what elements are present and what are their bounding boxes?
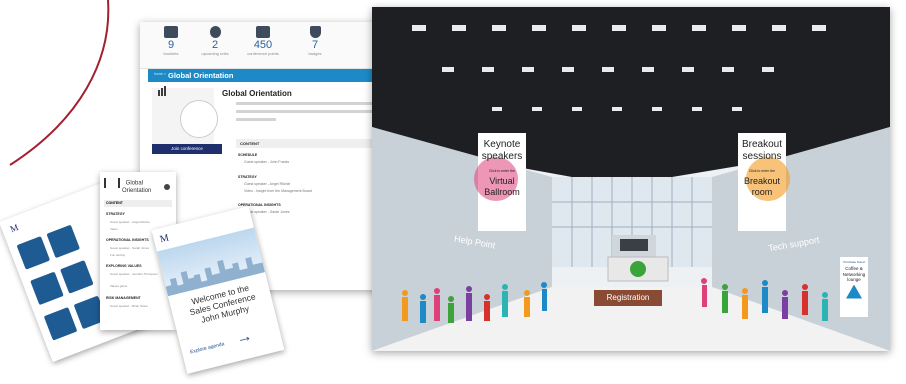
sidebar-content-heading: CONTENT (104, 200, 172, 207)
banner-title: sessions (742, 151, 782, 162)
banner-title: Keynote (483, 139, 521, 150)
stat-upcoming[interactable]: 2 upcoming units (192, 26, 238, 56)
tile-coffee-lounge[interactable]: Coffee lounge (60, 260, 94, 297)
stat-label: upcoming units (201, 51, 229, 56)
sidebar-item[interactable]: Guest speaker - Sarah Jones (110, 246, 149, 250)
sidebar-exploring[interactable]: EXPLORING VALUES (106, 264, 142, 268)
registration-desk[interactable]: Registration (594, 290, 662, 306)
sidebar-item[interactable]: Values game (110, 284, 127, 288)
arrow-right-icon[interactable]: → (234, 327, 254, 348)
gear-icon[interactable] (164, 184, 170, 190)
stat-label: booklets (163, 51, 179, 56)
tile-label: Guest speakers (42, 297, 64, 309)
tile-label: Coffee lounge (73, 286, 92, 298)
sidebar-title-line1: Global (125, 180, 144, 187)
brand-logo: M (8, 221, 20, 235)
banner-target: Breakout (743, 176, 781, 186)
sidebar-operational[interactable]: OPERATIONAL INSIGHTS (106, 238, 149, 242)
sidebar-item[interactable]: Guest speaker - Brian Stone (110, 304, 148, 308)
strategy-item[interactable]: Video - Insight from the Management Boar… (244, 189, 312, 193)
sidebar-item[interactable]: Video (110, 227, 118, 231)
course-thumbnail (152, 86, 218, 150)
lounge-brand: Purchase brand (843, 260, 865, 264)
strategy-heading: STRATEGY (238, 175, 257, 179)
brand-logo: M (158, 232, 171, 246)
stat-badges[interactable]: 7 badges (292, 26, 338, 56)
sidebar-item[interactable]: Fun activity (110, 253, 125, 257)
globe-icon (180, 100, 218, 138)
book-icon (164, 26, 178, 38)
networking-lounge-banner[interactable]: Purchase brand Coffee & Networking loung… (840, 257, 868, 317)
banner-title: Breakout (741, 139, 783, 150)
schedule-heading: SCHEDULE (238, 153, 258, 157)
badge-icon (309, 26, 321, 38)
banner-hint: Click to enter the (748, 169, 776, 173)
tile-conference-hall[interactable]: Conference Hall (43, 307, 78, 344)
banner-title: speakers (481, 151, 523, 162)
breadcrumb[interactable]: home > (154, 72, 166, 76)
tile-label: Noticeboard (30, 263, 48, 273)
join-conference-button[interactable]: Join conference (152, 144, 222, 154)
logo-icon (104, 178, 120, 188)
stat-label: conference points (247, 51, 279, 56)
award-icon (209, 26, 221, 38)
banner-hint: Click to enter the (488, 169, 516, 173)
decorative-arc (9, 0, 110, 166)
banner-target: Ballroom (484, 187, 520, 197)
explore-agenda-link[interactable]: Explore agenda (190, 341, 225, 355)
sidebar-item[interactable]: Guest speaker - Angel Ritchie (110, 220, 150, 224)
description-line (236, 118, 276, 121)
operational-item[interactable]: Guest speaker - Sarah Jones (244, 210, 290, 214)
tile-label: Schedule (62, 252, 76, 261)
stat-value: 7 (311, 39, 319, 51)
stat-value: 2 (211, 39, 219, 51)
clapperboard-icon (256, 26, 270, 38)
breakout-banner[interactable]: Breakout sessions Click to enter the Bre… (738, 133, 790, 231)
sidebar-risk[interactable]: RISK MANAGEMENT (106, 296, 141, 300)
stat-booklets[interactable]: 9 booklets (148, 26, 194, 56)
virtual-conference-hall: Keynote speakers Click to enter the Virt… (372, 7, 890, 351)
lounge-label: Coffee & Networking lounge (842, 266, 866, 282)
stat-points[interactable]: 450 conference points (240, 26, 286, 56)
banner-target: room (751, 187, 773, 197)
course-title: Global Orientation (222, 89, 292, 98)
tile-noticeboard[interactable]: Noticeboard (16, 236, 51, 273)
tile-label: Conference Hall (55, 333, 78, 345)
sidebar-item[interactable]: Guest speaker - Jennifer Thompson (110, 272, 158, 276)
sidebar-title: Global Orientation (104, 178, 151, 194)
sidebar-title-line2: Orientation (122, 188, 152, 194)
triangle-logo-icon (846, 284, 862, 299)
sidebar-strategy[interactable]: STRATEGY (106, 212, 125, 216)
stat-value: 9 (167, 39, 175, 51)
tile-schedule[interactable]: Schedule (46, 224, 81, 260)
keynote-banner[interactable]: Keynote speakers Click to enter the Virt… (474, 133, 526, 231)
page-title: Global Orientation (168, 71, 234, 80)
schedule-item[interactable]: Guest speaker - John Franks (244, 160, 289, 164)
strategy-item[interactable]: Guest speaker - Angel Ritchie (244, 182, 290, 186)
banner-target: Virtual (489, 176, 515, 186)
stat-value: 450 (253, 39, 273, 51)
tile-guest-speakers[interactable]: Guest speakers (30, 271, 64, 309)
stat-label: badges (308, 51, 322, 56)
